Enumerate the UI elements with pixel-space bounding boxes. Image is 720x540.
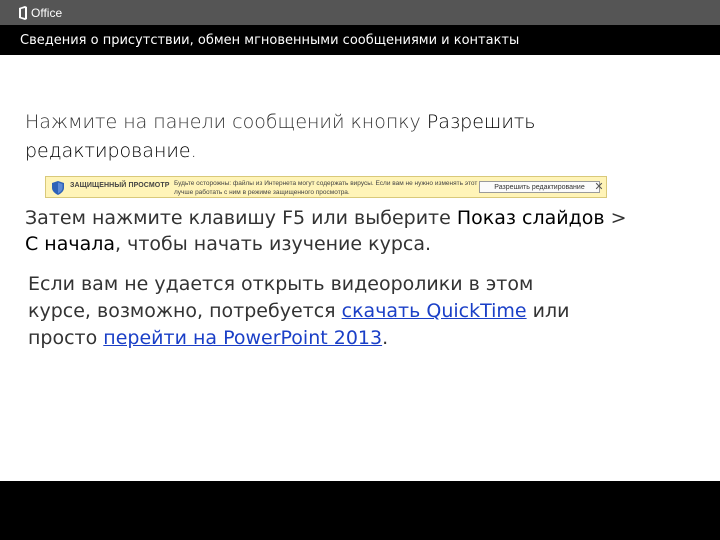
note-end: .	[382, 327, 389, 349]
step1-instruction: Нажмите на панели сообщений кнопку Разре…	[25, 108, 545, 166]
quicktime-note: Если вам не удается открыть видеоролики …	[28, 271, 588, 352]
message-bar-title: ЗАЩИЩЕННЫЙ ПРОСМОТР	[70, 182, 170, 189]
step2-instruction: Затем нажмите клавишу F5 или выберите По…	[25, 205, 635, 257]
title-bar: Сведения о присутствии, обмен мгновенным…	[0, 25, 720, 55]
top-bar: Office	[0, 0, 720, 25]
message-bar-text: Будьте осторожны: файлы из Интернета мог…	[174, 180, 509, 196]
page-title: Сведения о присутствии, обмен мгновенным…	[20, 32, 520, 48]
download-quicktime-link[interactable]: скачать QuickTime	[342, 300, 527, 322]
office-logo-icon	[19, 6, 27, 20]
slideshow-menu-label: Показ слайдов	[456, 207, 605, 229]
shield-icon	[52, 181, 64, 195]
step2-text: Затем нажмите клавишу F5 или выберите	[25, 207, 457, 229]
footer-bar	[0, 481, 720, 540]
step1-text: Нажмите на панели сообщений кнопку	[25, 111, 427, 133]
step2-end: , чтобы начать изучение курса.	[115, 233, 432, 255]
enable-editing-button[interactable]: Разрешить редактирование	[479, 181, 600, 193]
logo-text: Office	[31, 6, 63, 20]
powerpoint-2013-link[interactable]: перейти на PowerPoint 2013	[103, 327, 382, 349]
step1-end: .	[190, 140, 197, 162]
office-logo: Office	[18, 5, 62, 21]
step2-separator: >	[604, 207, 627, 229]
close-icon[interactable]: ✕	[593, 180, 605, 194]
from-beginning-label: С начала	[25, 233, 116, 255]
protected-view-message-bar: ЗАЩИЩЕННЫЙ ПРОСМОТР Будьте осторожны: фа…	[45, 176, 607, 198]
